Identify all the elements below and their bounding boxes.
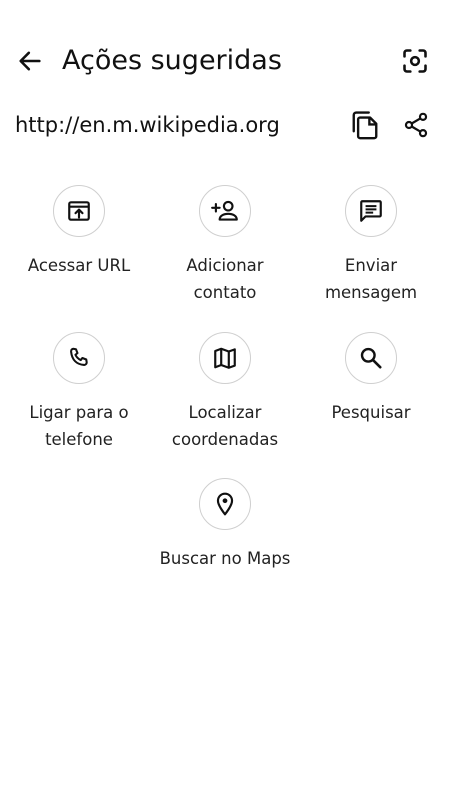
action-label: Acessar URL bbox=[6, 252, 152, 279]
action-find-coordinates-button[interactable] bbox=[199, 332, 251, 384]
action-label-line: Buscar no Maps bbox=[159, 549, 291, 568]
message-icon bbox=[360, 200, 382, 222]
action-label-line: Adicionar bbox=[186, 256, 264, 275]
action-search[interactable]: Pesquisar bbox=[298, 332, 444, 426]
action-label: Adicionar contato bbox=[152, 252, 298, 306]
location-pin-icon bbox=[216, 492, 234, 516]
action-label: Ligar para o telefone bbox=[6, 399, 152, 453]
url-row: http://en.m.wikipedia.org bbox=[0, 104, 450, 146]
open-in-browser-icon bbox=[68, 201, 90, 221]
app-header: Ações sugeridas bbox=[0, 30, 450, 92]
action-label-line: contato bbox=[193, 283, 257, 302]
action-open-url-button[interactable] bbox=[53, 185, 105, 237]
action-label-line: Enviar bbox=[344, 256, 398, 275]
detected-url[interactable]: http://en.m.wikipedia.org bbox=[15, 110, 280, 140]
action-send-message-button[interactable] bbox=[345, 185, 397, 237]
screenshot-scan-icon bbox=[403, 49, 427, 73]
action-add-contact[interactable]: Adicionar contato bbox=[152, 185, 298, 306]
screenshot-scan-button[interactable] bbox=[396, 42, 434, 80]
back-button[interactable] bbox=[12, 41, 48, 81]
action-label-line: Localizar bbox=[188, 403, 262, 422]
action-search-maps-button[interactable] bbox=[199, 478, 251, 530]
person-add-icon bbox=[211, 200, 238, 221]
page-title: Ações sugeridas bbox=[62, 45, 282, 76]
action-call-phone[interactable]: Ligar para o telefone bbox=[6, 332, 152, 453]
share-button[interactable] bbox=[398, 107, 434, 143]
action-label-line: Acessar URL bbox=[27, 256, 131, 275]
action-label-line: Ligar para o bbox=[29, 403, 129, 422]
action-search-button[interactable] bbox=[345, 332, 397, 384]
action-open-url[interactable]: Acessar URL bbox=[6, 185, 152, 279]
action-call-phone-button[interactable] bbox=[53, 332, 105, 384]
action-label-line: mensagem bbox=[324, 283, 418, 302]
arrow-back-icon bbox=[19, 51, 41, 71]
copy-button[interactable] bbox=[347, 107, 383, 143]
action-label: Enviar mensagem bbox=[298, 252, 444, 306]
action-search-maps[interactable]: Buscar no Maps bbox=[152, 478, 298, 572]
copy-icon bbox=[352, 111, 378, 140]
action-label-line: telefone bbox=[45, 430, 113, 449]
share-icon bbox=[404, 112, 428, 138]
action-find-coordinates[interactable]: Localizar coordenadas bbox=[152, 332, 298, 453]
action-send-message[interactable]: Enviar mensagem bbox=[298, 185, 444, 306]
action-label-line: Pesquisar bbox=[331, 403, 411, 422]
map-icon bbox=[214, 347, 236, 369]
action-label: Localizar coordenadas bbox=[152, 399, 298, 453]
action-add-contact-button[interactable] bbox=[199, 185, 251, 237]
search-icon bbox=[360, 347, 382, 369]
action-label: Buscar no Maps bbox=[152, 545, 298, 572]
action-label: Pesquisar bbox=[298, 399, 444, 426]
action-label-line: coordenadas bbox=[171, 430, 279, 449]
phone-icon bbox=[70, 347, 88, 366]
